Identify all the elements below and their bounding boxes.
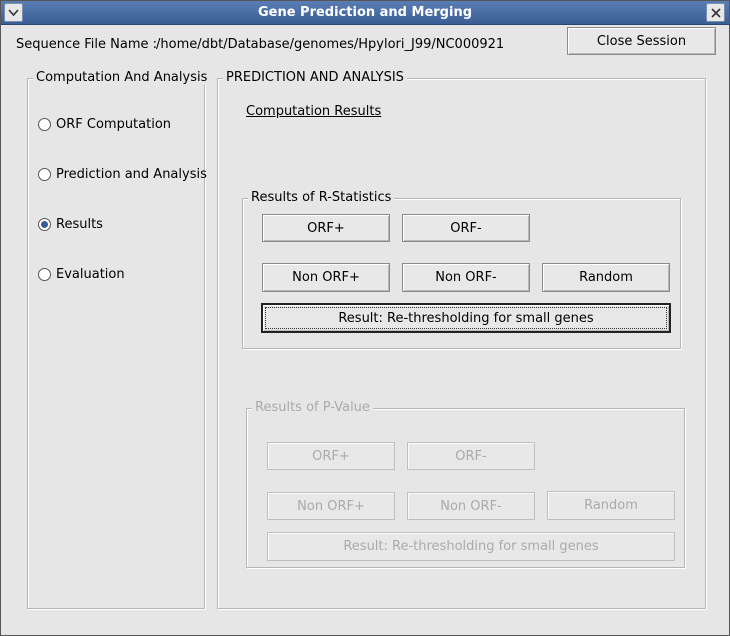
prediction-analysis-title: PREDICTION AND ANALYSIS <box>223 70 407 85</box>
p-non-orf-plus-button[interactable]: Non ORF+ <box>267 492 395 520</box>
radio-button-selected[interactable] <box>38 218 51 231</box>
radio-button[interactable] <box>38 268 51 281</box>
p-rethreshold-button[interactable]: Result: Re-thresholding for small genes <box>267 532 675 561</box>
radio-button[interactable] <box>38 118 51 131</box>
window-close-button[interactable] <box>706 3 725 22</box>
r-orf-plus-button[interactable]: ORF+ <box>262 214 390 242</box>
r-orf-minus-button[interactable]: ORF- <box>402 214 530 242</box>
radio-results[interactable]: Results <box>38 217 103 232</box>
radio-orf-computation[interactable]: ORF Computation <box>38 117 171 132</box>
radio-label: Evaluation <box>56 267 125 282</box>
r-non-orf-minus-button[interactable]: Non ORF- <box>402 263 530 292</box>
p-random-button[interactable]: Random <box>547 491 675 520</box>
radio-prediction-analysis[interactable]: Prediction and Analysis <box>38 167 207 182</box>
radio-button[interactable] <box>38 168 51 181</box>
radio-evaluation[interactable]: Evaluation <box>38 267 125 282</box>
computation-analysis-panel: Computation And Analysis <box>27 70 211 609</box>
main-window: Gene Prediction and Merging Sequence Fil… <box>0 0 730 636</box>
p-orf-plus-button[interactable]: ORF+ <box>267 442 395 470</box>
r-random-button[interactable]: Random <box>542 263 670 292</box>
close-session-button[interactable]: Close Session <box>567 27 716 55</box>
r-rethreshold-button[interactable]: Result: Re-thresholding for small genes <box>261 303 671 333</box>
p-non-orf-minus-button[interactable]: Non ORF- <box>407 492 535 520</box>
title-bar[interactable]: Gene Prediction and Merging <box>1 1 729 25</box>
computation-analysis-title: Computation And Analysis <box>33 70 211 85</box>
p-value-title: Results of P-Value <box>252 400 373 415</box>
window-title: Gene Prediction and Merging <box>257 5 473 20</box>
radio-label: Results <box>56 217 103 232</box>
r-rethreshold-label: Result: Re-thresholding for small genes <box>265 307 667 329</box>
r-non-orf-plus-button[interactable]: Non ORF+ <box>262 263 390 292</box>
close-icon <box>710 7 721 18</box>
computation-results-heading: Computation Results <box>246 104 382 119</box>
p-orf-minus-button[interactable]: ORF- <box>407 442 535 470</box>
sequence-file-label: Sequence File Name : <box>16 37 158 52</box>
r-statistics-title: Results of R-Statistics <box>248 190 395 205</box>
radio-label: ORF Computation <box>56 117 172 132</box>
sequence-file-path: /home/dbt/Database/genomes/Hpylori_J99/N… <box>156 37 505 52</box>
radio-label: Prediction and Analysis <box>56 167 207 182</box>
